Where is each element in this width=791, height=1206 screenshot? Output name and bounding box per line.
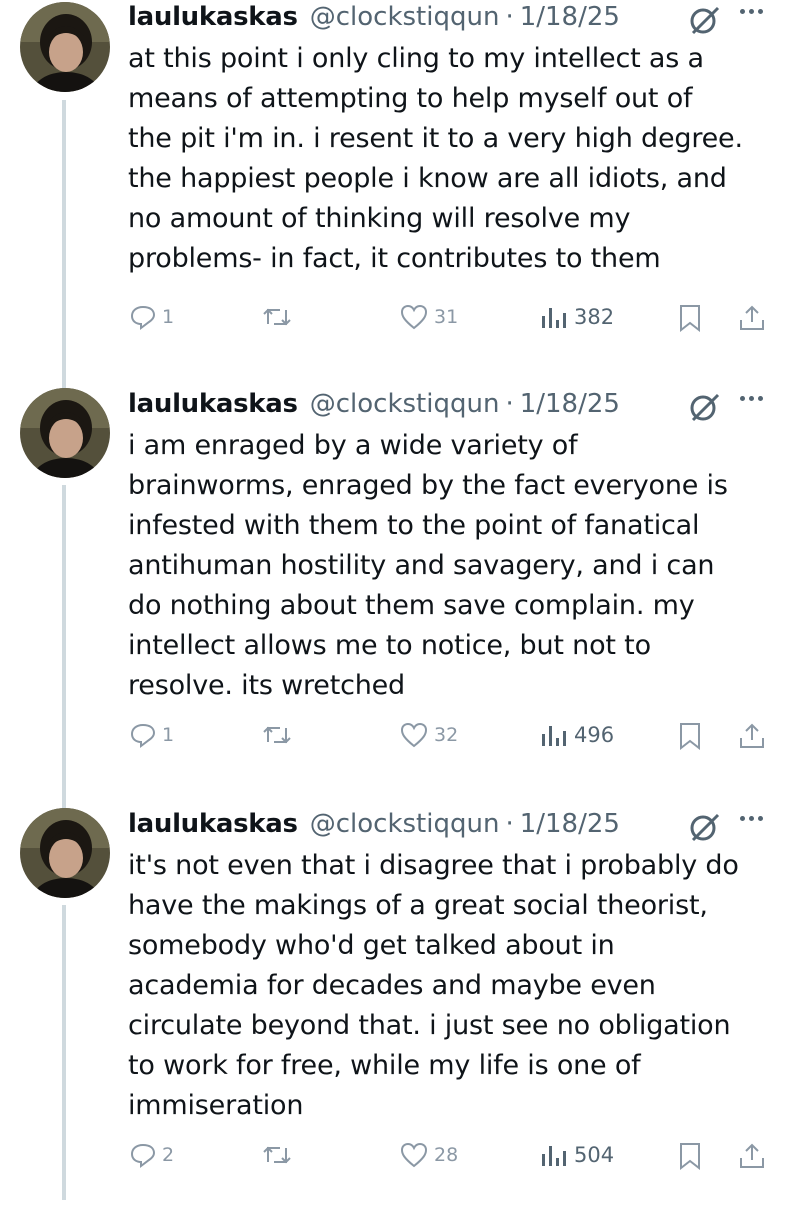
heart-icon — [400, 304, 428, 330]
views-icon — [542, 726, 566, 746]
bookmark-button[interactable] — [678, 1142, 702, 1170]
share-icon — [740, 1143, 764, 1168]
tweet[interactable]: laulukaskas @clockstiqqun · 1/18/25 it's… — [0, 806, 791, 1206]
user-handle[interactable]: @clockstiqqun — [310, 389, 500, 419]
share-icon — [740, 305, 764, 330]
tweet-header: laulukaskas @clockstiqqun · 1/18/25 — [128, 384, 781, 424]
bookmark-button[interactable] — [678, 722, 702, 750]
views-button[interactable]: 504 — [540, 1142, 614, 1168]
timestamp[interactable]: 1/18/25 — [520, 2, 620, 32]
user-handle[interactable]: @clockstiqqun — [310, 2, 500, 32]
tweet-header: laulukaskas @clockstiqqun · 1/18/25 — [128, 0, 781, 37]
reply-icon — [130, 305, 156, 330]
display-name[interactable]: laulukaskas — [128, 809, 298, 839]
tweet-header: laulukaskas @clockstiqqun · 1/18/25 — [128, 804, 781, 844]
tweet-text: at this point i only cling to my intelle… — [128, 43, 743, 274]
avatar[interactable] — [20, 2, 110, 92]
retweet-icon — [263, 1146, 291, 1164]
retweet-button[interactable] — [262, 722, 292, 748]
retweet-button[interactable] — [262, 1142, 292, 1168]
user-handle[interactable]: @clockstiqqun — [310, 809, 500, 839]
retweet-icon — [263, 726, 291, 744]
grok-icon[interactable] — [688, 810, 722, 844]
grok-icon[interactable] — [688, 390, 722, 424]
bookmark-button[interactable] — [678, 304, 702, 332]
tweet-actions: 1 32 496 — [0, 722, 791, 762]
reply-count: 1 — [162, 306, 175, 328]
reply-button[interactable]: 1 — [130, 722, 174, 748]
views-icon — [542, 308, 566, 328]
reply-button[interactable]: 1 — [130, 304, 174, 330]
timestamp[interactable]: 1/18/25 — [520, 389, 620, 419]
retweet-button[interactable] — [262, 304, 292, 330]
avatar[interactable] — [20, 808, 110, 898]
heart-icon — [400, 1142, 428, 1168]
display-name[interactable]: laulukaskas — [128, 389, 298, 419]
separator: · — [505, 2, 514, 32]
share-button[interactable] — [738, 304, 766, 332]
tweet-text: it's not even that i disagree that i pro… — [128, 850, 739, 1121]
views-button[interactable]: 496 — [540, 722, 614, 748]
views-button[interactable]: 382 — [540, 304, 614, 330]
bookmark-icon — [680, 1143, 700, 1170]
views-count: 504 — [574, 1143, 615, 1167]
views-count: 382 — [574, 305, 615, 329]
like-count: 31 — [434, 306, 459, 328]
separator: · — [505, 809, 514, 839]
share-button[interactable] — [738, 722, 766, 750]
tweet-text: i am enraged by a wide variety of brainw… — [128, 430, 728, 701]
more-icon[interactable] — [740, 816, 763, 821]
views-count: 496 — [574, 723, 615, 747]
tweet[interactable]: laulukaskas @clockstiqqun · 1/18/25 i am… — [0, 386, 791, 786]
reply-icon — [130, 723, 156, 748]
reply-count: 1 — [162, 724, 175, 746]
retweet-icon — [263, 308, 291, 326]
reply-count: 2 — [162, 1144, 175, 1166]
more-icon[interactable] — [740, 9, 763, 14]
reply-button[interactable]: 2 — [130, 1142, 174, 1168]
like-count: 28 — [434, 1144, 459, 1166]
like-button[interactable]: 28 — [400, 1142, 458, 1168]
avatar[interactable] — [20, 388, 110, 478]
grok-icon[interactable] — [688, 3, 722, 37]
reply-icon — [130, 1143, 156, 1168]
separator: · — [505, 389, 514, 419]
views-icon — [542, 1146, 566, 1166]
heart-icon — [400, 722, 428, 748]
tweet-actions: 2 28 504 — [0, 1142, 791, 1182]
like-count: 32 — [434, 724, 459, 746]
share-icon — [740, 723, 764, 748]
bookmark-icon — [680, 723, 700, 750]
tweet-actions: 1 31 382 — [0, 304, 791, 344]
share-button[interactable] — [738, 1142, 766, 1170]
like-button[interactable]: 31 — [400, 304, 458, 330]
bookmark-icon — [680, 305, 700, 332]
like-button[interactable]: 32 — [400, 722, 458, 748]
timestamp[interactable]: 1/18/25 — [520, 809, 620, 839]
more-icon[interactable] — [740, 396, 763, 401]
tweet[interactable]: laulukaskas @clockstiqqun · 1/18/25 at t… — [0, 0, 791, 400]
display-name[interactable]: laulukaskas — [128, 2, 298, 32]
